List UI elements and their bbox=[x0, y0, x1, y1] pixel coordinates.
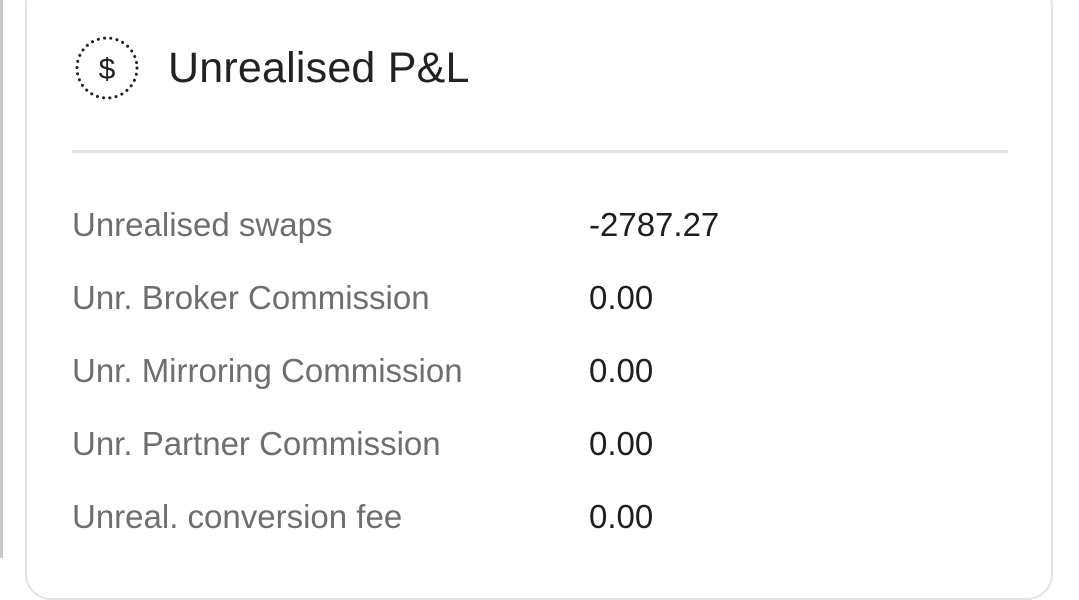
window-edge bbox=[0, 0, 3, 558]
header-divider bbox=[72, 150, 1008, 153]
row-label: Unr. Mirroring Commission bbox=[72, 352, 463, 389]
svg-text:$: $ bbox=[99, 53, 116, 86]
row-label: Unreal. conversion fee bbox=[72, 498, 403, 535]
row-value: 0.00 bbox=[589, 279, 654, 316]
row-unr-mirroring-commission: Unr. Mirroring Commission 0.00 bbox=[72, 337, 972, 410]
row-unrealised-swaps: Unrealised swaps -2787.27 bbox=[72, 191, 972, 264]
row-label: Unr. Partner Commission bbox=[72, 425, 441, 462]
row-value: 0.00 bbox=[589, 352, 654, 389]
dollar-circle-icon: $ bbox=[74, 35, 140, 101]
row-value: -2787.27 bbox=[589, 206, 720, 243]
row-label: Unrealised swaps bbox=[72, 206, 333, 243]
pnl-details-list: Unrealised swaps -2787.27 Unr. Broker Co… bbox=[72, 191, 972, 556]
card-title: Unrealised P&L bbox=[168, 43, 470, 92]
row-unr-partner-commission: Unr. Partner Commission 0.00 bbox=[72, 410, 972, 483]
row-unr-broker-commission: Unr. Broker Commission 0.00 bbox=[72, 264, 972, 337]
row-unreal-conversion-fee: Unreal. conversion fee 0.00 bbox=[72, 483, 972, 556]
card-header: $ Unrealised P&L bbox=[74, 34, 470, 102]
row-value: 0.00 bbox=[589, 498, 654, 535]
row-label: Unr. Broker Commission bbox=[72, 279, 430, 316]
row-value: 0.00 bbox=[589, 425, 654, 462]
